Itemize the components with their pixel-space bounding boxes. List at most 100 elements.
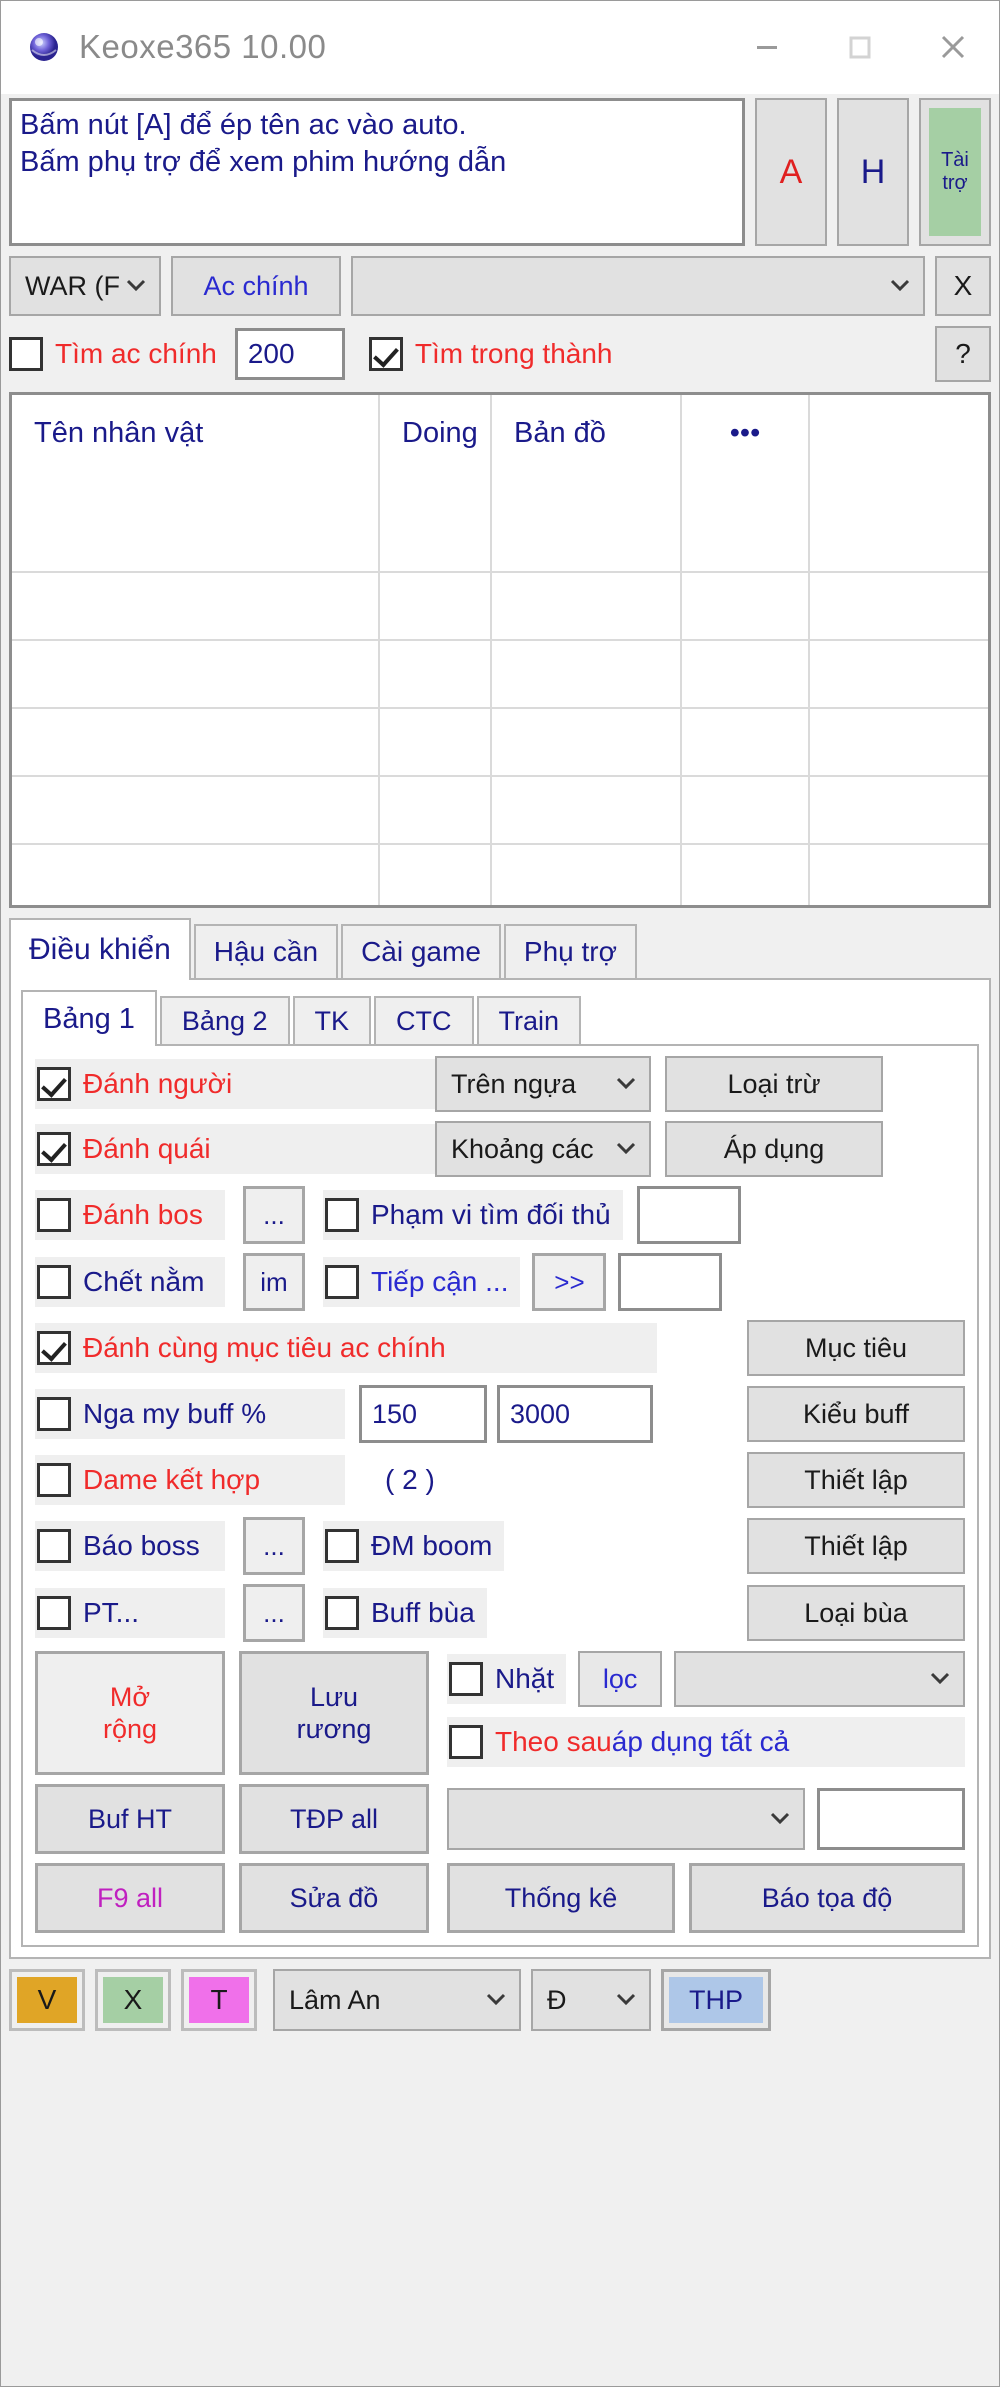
- maximize-button[interactable]: [813, 1, 906, 93]
- message-box[interactable]: Bấm nút [A] để ép tên ac vào auto. Bấm p…: [9, 98, 745, 246]
- dm-boom-setup-button[interactable]: Thiết lập: [747, 1518, 965, 1574]
- grid-column-doing[interactable]: Doing: [380, 395, 492, 503]
- dame-combo-check-item[interactable]: Dame kết hợp: [35, 1455, 345, 1505]
- find-in-town-checkbox[interactable]: [368, 337, 403, 371]
- approach-next-button[interactable]: >>: [532, 1253, 607, 1311]
- attack-monster-checkbox[interactable]: [37, 1132, 71, 1166]
- grid-column-more[interactable]: •••: [682, 395, 810, 503]
- buff-charm-checkbox[interactable]: [325, 1596, 359, 1630]
- death-lie-check-item[interactable]: Chết nằm: [35, 1257, 225, 1307]
- dm-boom-check-item[interactable]: ĐM boom: [323, 1521, 505, 1571]
- minimize-button[interactable]: [720, 1, 813, 93]
- f9-all-button[interactable]: F9 all: [35, 1863, 225, 1933]
- grid-column-extra[interactable]: [810, 395, 988, 503]
- report-coords-button[interactable]: Báo tọa độ: [689, 1863, 965, 1933]
- same-target-checkbox[interactable]: [37, 1331, 71, 1365]
- attack-boss-check-item[interactable]: Đánh bos: [35, 1190, 225, 1240]
- status-bar: V X T Lâm An Đ THP: [1, 1959, 999, 2039]
- grid-column-map[interactable]: Bản đồ: [492, 395, 682, 503]
- server-dropdown[interactable]: WAR (F: [9, 256, 161, 316]
- filter-button[interactable]: lọc: [578, 1651, 663, 1707]
- silent-mode-button[interactable]: im: [243, 1253, 305, 1311]
- report-boss-checkbox[interactable]: [37, 1529, 71, 1563]
- location-dropdown[interactable]: Lâm An: [273, 1969, 521, 2031]
- tdp-all-button[interactable]: TĐP all: [239, 1784, 429, 1854]
- mount-mode-dropdown[interactable]: Trên ngựa: [435, 1056, 651, 1112]
- ngamy-buff-value2[interactable]: 3000: [497, 1385, 653, 1443]
- target-button[interactable]: Mục tiêu: [747, 1320, 965, 1376]
- sponsor-button[interactable]: Tài trợ: [919, 98, 991, 246]
- repair-items-button[interactable]: Sửa đồ: [239, 1863, 429, 1933]
- pickup-filter-dropdown[interactable]: [674, 1651, 965, 1707]
- tab-hau-can[interactable]: Hậu cần: [193, 924, 339, 978]
- app-globe-icon: [27, 30, 61, 64]
- report-boss-check-item[interactable]: Báo boss: [35, 1521, 225, 1571]
- hide-button[interactable]: H: [837, 98, 909, 246]
- attack-boss-checkbox[interactable]: [37, 1198, 71, 1232]
- follow-check-item[interactable]: Theo sau áp dụng tất cả: [447, 1717, 965, 1767]
- row11-input[interactable]: [817, 1788, 965, 1850]
- dame-combo-checkbox[interactable]: [37, 1463, 71, 1497]
- ngamy-buff-value1[interactable]: 150: [359, 1385, 487, 1443]
- status-v-button[interactable]: V: [9, 1969, 85, 2031]
- ngamy-buff-check-item[interactable]: Nga my buff %: [35, 1389, 345, 1439]
- same-target-check-item[interactable]: Đánh cùng mục tiêu ac chính: [35, 1323, 657, 1373]
- row11-dropdown[interactable]: [447, 1788, 805, 1850]
- search-radius-input[interactable]: 200: [234, 328, 345, 380]
- report-boss-options-button[interactable]: ...: [243, 1517, 305, 1575]
- distance-mode-dropdown[interactable]: Khoảng các: [435, 1121, 651, 1177]
- statistics-button[interactable]: Thống kê: [447, 1863, 675, 1933]
- tab-ctc[interactable]: CTC: [374, 996, 474, 1044]
- pt-checkbox[interactable]: [37, 1596, 71, 1630]
- buff-charm-check-item[interactable]: Buff bùa: [323, 1588, 487, 1638]
- tab-bang-1[interactable]: Bảng 1: [21, 990, 157, 1046]
- attack-player-check-item[interactable]: Đánh người: [35, 1059, 435, 1109]
- tab-train[interactable]: Train: [476, 996, 582, 1044]
- approach-checkbox[interactable]: [325, 1265, 359, 1299]
- tab-bang-2[interactable]: Bảng 2: [159, 996, 290, 1044]
- ngamy-buff-checkbox[interactable]: [37, 1397, 71, 1431]
- attack-player-checkbox[interactable]: [37, 1067, 71, 1101]
- find-main-account-checkbox[interactable]: [9, 337, 43, 371]
- opponent-range-check-item[interactable]: Phạm vi tìm đối thủ: [323, 1190, 623, 1240]
- chevron-down-icon: [925, 1664, 955, 1695]
- clear-button[interactable]: X: [935, 256, 991, 316]
- pickup-check-item[interactable]: Nhặt: [447, 1654, 567, 1704]
- character-dropdown[interactable]: [351, 256, 925, 316]
- apply-button[interactable]: Áp dụng: [665, 1121, 883, 1177]
- pt-options-button[interactable]: ...: [243, 1584, 305, 1642]
- approach-input[interactable]: [618, 1253, 723, 1311]
- follow-checkbox[interactable]: [449, 1725, 483, 1759]
- approach-check-item[interactable]: Tiếp cận ...: [323, 1257, 521, 1307]
- dame-combo-setup-button[interactable]: Thiết lập: [747, 1452, 965, 1508]
- attack-monster-check-item[interactable]: Đánh quái: [35, 1124, 435, 1174]
- main-account-button[interactable]: Ac chính: [171, 256, 341, 316]
- tab-tk[interactable]: TK: [292, 996, 372, 1044]
- pickup-checkbox[interactable]: [449, 1662, 483, 1696]
- pt-check-item[interactable]: PT...: [35, 1588, 225, 1638]
- expand-button[interactable]: Mở rộng: [35, 1651, 225, 1775]
- status-x-button[interactable]: X: [95, 1969, 171, 2031]
- thp-button[interactable]: THP: [661, 1969, 771, 2031]
- dm-boom-checkbox[interactable]: [325, 1529, 359, 1563]
- force-name-button[interactable]: A: [755, 98, 827, 246]
- chevron-down-icon: [121, 271, 151, 302]
- tab-dieu-khien[interactable]: Điều khiển: [9, 918, 191, 980]
- charm-type-button[interactable]: Loại bùa: [747, 1585, 965, 1641]
- tab-cai-game[interactable]: Cài game: [341, 924, 501, 978]
- buff-type-button[interactable]: Kiểu buff: [747, 1386, 965, 1442]
- status-t-button[interactable]: T: [181, 1969, 257, 2031]
- grid-column-name[interactable]: Tên nhân vật: [12, 395, 380, 503]
- close-button[interactable]: [906, 1, 999, 93]
- buff-ht-button[interactable]: Buf HT: [35, 1784, 225, 1854]
- save-chest-button[interactable]: Lưu rương: [239, 1651, 429, 1775]
- opponent-range-checkbox[interactable]: [325, 1198, 359, 1232]
- mode-dropdown[interactable]: Đ: [531, 1969, 651, 2031]
- tab-phu-tro[interactable]: Phụ trợ: [503, 924, 637, 978]
- character-grid[interactable]: Tên nhân vật Doing Bản đồ •••: [9, 392, 991, 908]
- exclude-button[interactable]: Loại trừ: [665, 1056, 883, 1112]
- attack-boss-options-button[interactable]: ...: [243, 1186, 305, 1244]
- opponent-range-input[interactable]: [636, 1186, 741, 1244]
- help-button[interactable]: ?: [935, 326, 991, 382]
- death-lie-checkbox[interactable]: [37, 1265, 71, 1299]
